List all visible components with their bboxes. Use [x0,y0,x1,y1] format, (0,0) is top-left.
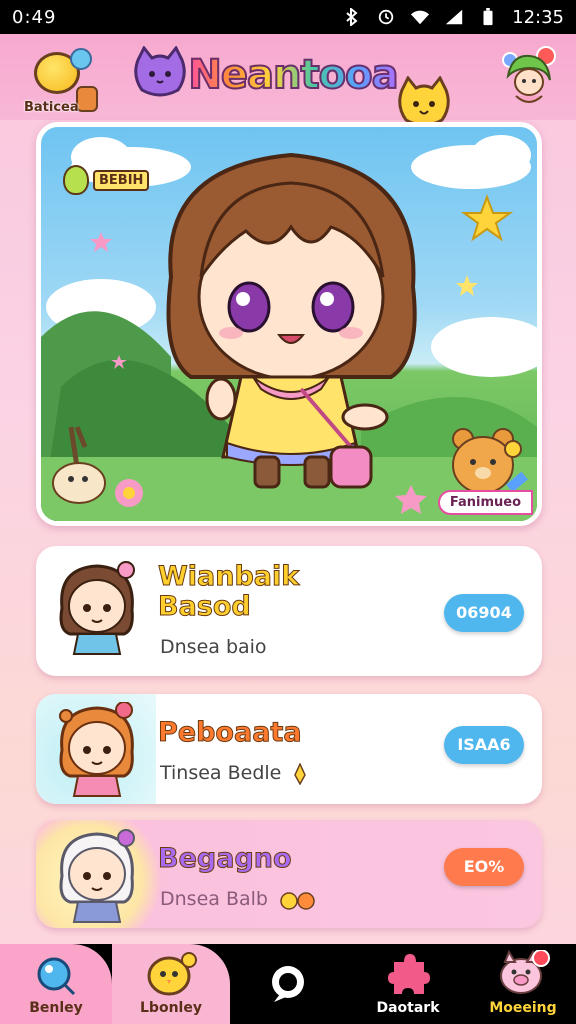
hero-tag-label: BEBIH [93,169,150,191]
character-avatar [59,702,134,797]
tab-label: Benley [29,1000,83,1016]
status-time-right: 12:35 [512,6,564,28]
card-title-line2: Basod [157,591,251,622]
character-avatar [59,829,135,923]
card-action-button[interactable]: ISAA6 [444,726,524,764]
jar-icon [76,86,98,112]
tab-label: Lbonley [140,1000,202,1016]
card-title: Peboaata [158,717,303,748]
tab-chat[interactable] [240,944,336,1024]
tab-moeeing[interactable]: Moeeing [470,944,576,1024]
pear-icon [63,165,89,195]
character-avatar [59,561,135,655]
list-item[interactable]: Wianbaik Basod Dnsea baio 06904 [36,546,542,676]
hero-badge[interactable]: Fanimueo [437,490,533,515]
app-title: Neantooa [186,51,400,116]
balloon-icon [37,957,76,996]
tab-lbonley[interactable]: Lbonley [112,944,230,1024]
wifi-icon [411,10,430,25]
card-subtitle: Dnsea Balb [160,888,316,911]
bluetooth-icon [346,8,358,26]
yellow-cat-icon [398,76,450,127]
header-left-badge[interactable]: Baticea [24,46,104,118]
pig-icon [500,950,550,994]
puzzle-icon [388,954,430,994]
status-bar: 0:49 12:35 [0,0,576,34]
list-item[interactable]: Begagno Dnsea Balb EO% [36,820,542,928]
app-header: Baticea Neantooa [0,34,576,127]
card-title: Wianbaik Basod [157,561,300,622]
sparkle-icon [294,761,307,786]
card-title-line1: Wianbaik [157,561,300,592]
hero-tag: BEBIH [63,165,150,195]
signal-icon [445,9,463,25]
chick-icon [147,952,197,996]
tab-benley[interactable]: Benley [0,944,112,1024]
tab-label: Daotark [376,1000,440,1016]
hero-featured-card[interactable]: BEBIH Fanimueo [36,122,542,526]
bunny-icon [280,891,315,910]
bottom-tab-bar: Benley Lbonley Daotark Moeeing [0,944,576,1024]
status-icons: 12:35 [342,7,564,28]
card-subtitle-text: Dnsea Balb [160,888,268,910]
tab-daotark[interactable]: Daotark [352,944,464,1024]
header-left-label: Baticea [24,100,79,115]
card-action-button[interactable]: 06904 [444,594,524,632]
card-subtitle: Dnsea baio [160,636,267,658]
chat-bubble-icon [272,966,304,1002]
alarm-icon [378,9,394,25]
status-time-left: 0:49 [12,6,57,28]
tab-label: Moeeing [489,1000,557,1016]
card-title: Begagno [158,843,293,874]
profile-avatar[interactable] [498,46,560,108]
purple-cat-icon [134,46,186,97]
balloon-icon [70,48,92,70]
card-subtitle: Tinsea Bedle [160,761,307,786]
card-action-button[interactable]: EO% [444,848,524,886]
list-item[interactable]: Peboaata Tinsea Bedle ISAA6 [36,694,542,804]
card-subtitle-text: Tinsea Bedle [160,762,282,784]
battery-icon [483,8,493,26]
